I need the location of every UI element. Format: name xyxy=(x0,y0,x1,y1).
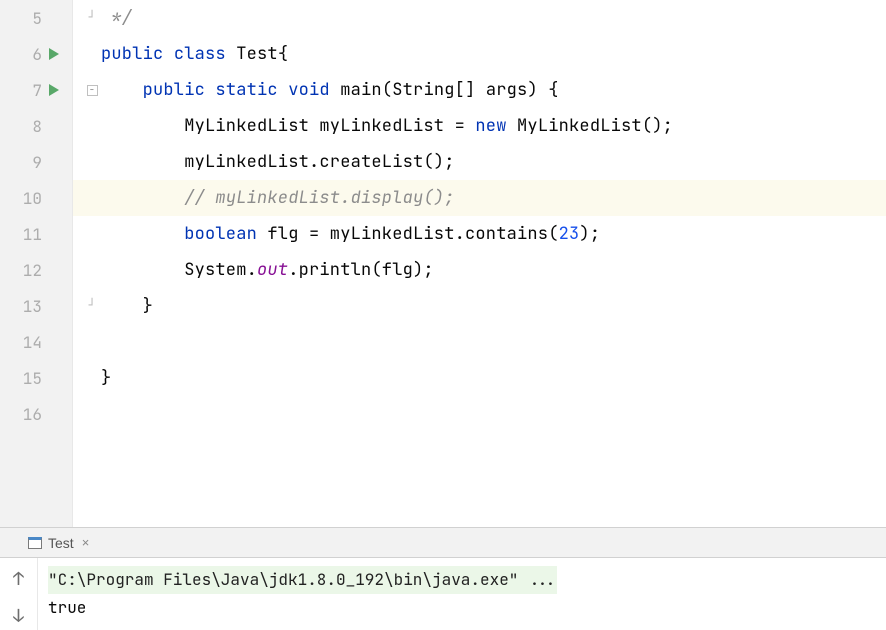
gutter-row[interactable]: 8 xyxy=(0,108,72,144)
gutter-left-margin xyxy=(0,36,8,72)
gutter-left-margin xyxy=(0,216,8,252)
line-number: 12 xyxy=(8,260,42,281)
gutter-left-margin xyxy=(0,324,8,360)
fold-collapse-icon[interactable]: − xyxy=(87,85,98,96)
line-number: 14 xyxy=(8,332,42,353)
code-line[interactable]: ┘ } xyxy=(73,288,886,324)
line-number: 9 xyxy=(8,152,42,173)
gutter-left-margin xyxy=(0,0,8,36)
gutter-left-margin xyxy=(0,72,8,108)
gutter-left-margin xyxy=(0,180,8,216)
console-output[interactable]: "C:\Program Files\Java\jdk1.8.0_192\bin\… xyxy=(38,558,886,630)
line-number: 15 xyxy=(8,368,42,389)
gutter-left-margin xyxy=(0,360,8,396)
gutter-row[interactable]: 9 xyxy=(0,144,72,180)
code-line-content: boolean flg = myLinkedList.contains(23); xyxy=(101,223,600,245)
code-editor[interactable]: 5 6 7 8 9 10 11 12 13 14 15 16 ┘ */ public class Tes… xyxy=(0,0,886,528)
gutter-left-margin xyxy=(0,144,8,180)
fold-end-icon: ┘ xyxy=(89,11,96,25)
code-line[interactable]: public class Test{ xyxy=(73,36,886,72)
run-tool-window: Test × ↑ ↓ "C:\Program Files\Java\jdk1.8… xyxy=(0,528,886,630)
scroll-up-icon[interactable]: ↑ xyxy=(13,568,24,591)
gutter-row[interactable]: 16 xyxy=(0,396,72,432)
gutter-row[interactable]: 6 xyxy=(0,36,72,72)
console-command-line: "C:\Program Files\Java\jdk1.8.0_192\bin\… xyxy=(48,566,557,594)
fold-marker-cell[interactable]: ┘ xyxy=(83,299,101,313)
gutter-row[interactable]: 15 xyxy=(0,360,72,396)
console-toolbar: ↑ ↓ xyxy=(0,558,38,630)
code-line[interactable]: System.out.println(flg); xyxy=(73,252,886,288)
code-line-content: public class Test{ xyxy=(101,43,288,65)
gutter-row[interactable]: 13 xyxy=(0,288,72,324)
run-icon[interactable] xyxy=(49,48,59,60)
gutter-row[interactable]: 7 xyxy=(0,72,72,108)
line-number: 16 xyxy=(8,404,42,425)
fold-marker-cell[interactable]: − xyxy=(83,85,101,96)
gutter-left-margin xyxy=(0,108,8,144)
code-line-content: public static void main(String[] args) { xyxy=(101,79,559,101)
gutter-left-margin xyxy=(0,252,8,288)
code-line[interactable]: boolean flg = myLinkedList.contains(23); xyxy=(73,216,886,252)
console-tab-test[interactable]: Test × xyxy=(22,535,95,551)
line-number: 5 xyxy=(8,8,42,29)
code-line-content: myLinkedList.createList(); xyxy=(101,151,455,173)
gutter-left-margin xyxy=(0,396,8,432)
editor-gutter: 5 6 7 8 9 10 11 12 13 14 15 16 xyxy=(0,0,73,527)
run-config-icon xyxy=(28,537,42,549)
code-line[interactable]: } xyxy=(73,360,886,396)
code-line-content: } xyxy=(101,295,153,317)
code-area[interactable]: ┘ */ public class Test{ − public static vo… xyxy=(73,0,886,527)
code-line-content: */ xyxy=(101,7,132,29)
code-line[interactable]: myLinkedList.createList(); xyxy=(73,144,886,180)
code-line[interactable]: ┘ */ xyxy=(73,0,886,36)
code-line[interactable]: MyLinkedList myLinkedList = new MyLinked… xyxy=(73,108,886,144)
line-number: 6 xyxy=(8,44,42,65)
code-line[interactable]: // myLinkedList.display(); xyxy=(73,180,886,216)
fold-end-icon: ┘ xyxy=(89,299,96,313)
code-line-content: // myLinkedList.display(); xyxy=(101,187,455,209)
gutter-row[interactable]: 12 xyxy=(0,252,72,288)
line-number: 11 xyxy=(8,224,42,245)
gutter-row[interactable]: 5 xyxy=(0,0,72,36)
code-line[interactable]: − public static void main(String[] args)… xyxy=(73,72,886,108)
code-line[interactable] xyxy=(73,396,886,432)
gutter-row[interactable]: 11 xyxy=(0,216,72,252)
console-output-line: true xyxy=(48,594,876,622)
gutter-row[interactable]: 10 xyxy=(0,180,72,216)
scroll-down-icon[interactable]: ↓ xyxy=(13,605,24,628)
close-icon[interactable]: × xyxy=(82,535,90,550)
line-number: 8 xyxy=(8,116,42,137)
run-gutter-icon-cell[interactable] xyxy=(42,84,66,96)
code-line-content: } xyxy=(101,367,111,389)
console-tab-bar: Test × xyxy=(0,528,886,558)
code-line-content: System.out.println(flg); xyxy=(101,259,434,281)
code-line-content: MyLinkedList myLinkedList = new MyLinked… xyxy=(101,115,673,137)
run-icon[interactable] xyxy=(49,84,59,96)
fold-marker-cell[interactable]: ┘ xyxy=(83,11,101,25)
console-tab-label: Test xyxy=(48,535,74,551)
gutter-left-margin xyxy=(0,288,8,324)
line-number: 13 xyxy=(8,296,42,317)
run-gutter-icon-cell[interactable] xyxy=(42,48,66,60)
line-number: 7 xyxy=(8,80,42,101)
console-body: ↑ ↓ "C:\Program Files\Java\jdk1.8.0_192\… xyxy=(0,558,886,630)
code-line[interactable] xyxy=(73,324,886,360)
gutter-row[interactable]: 14 xyxy=(0,324,72,360)
line-number: 10 xyxy=(8,188,42,209)
